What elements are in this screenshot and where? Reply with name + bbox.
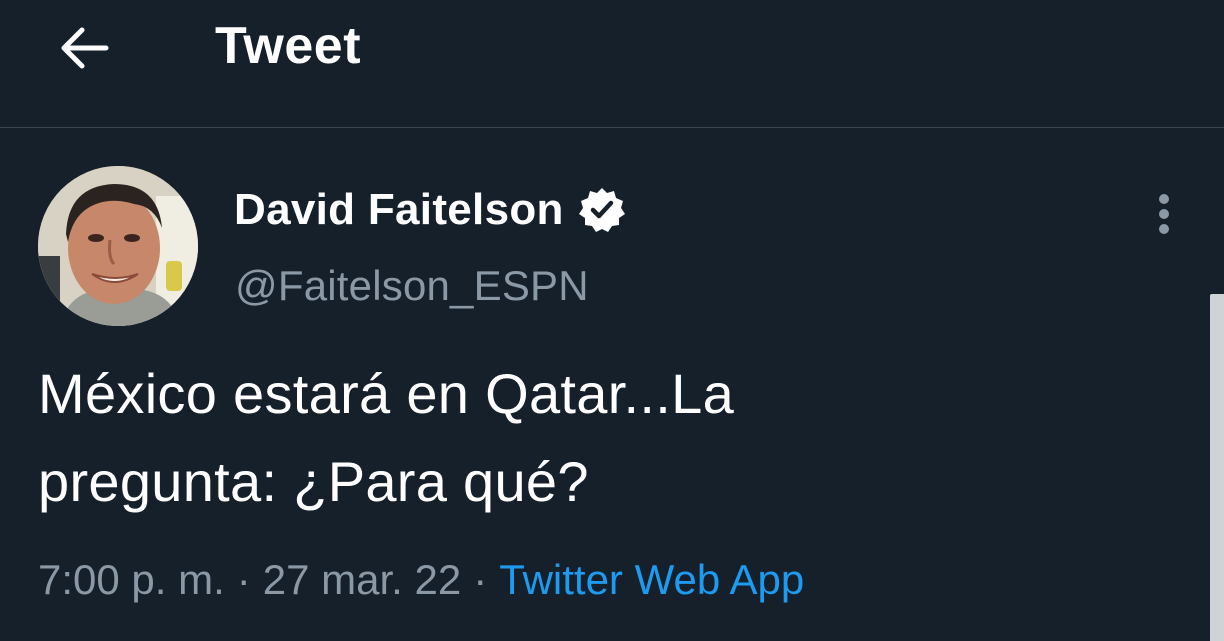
tweet-source-link[interactable]: Twitter Web App <box>499 556 804 603</box>
tweet-date[interactable]: 27 mar. 22 <box>263 556 461 603</box>
scrollbar-thumb[interactable] <box>1210 294 1224 641</box>
more-options-button[interactable] <box>1142 186 1186 242</box>
tweet-page: Tweet David Faitelson @Faitelson_ESPN Mé… <box>0 0 1224 641</box>
more-vertical-icon <box>1159 194 1169 234</box>
arrow-left-icon <box>61 27 109 69</box>
tweet-text-line-1: México estará en Qatar...La <box>38 362 735 425</box>
tweet-metadata: 7:00 p. m. · 27 mar. 22 · Twitter Web App <box>38 550 804 610</box>
tweet-time[interactable]: 7:00 p. m. <box>38 556 225 603</box>
author-name-row[interactable]: David Faitelson <box>234 180 626 240</box>
author-display-name[interactable]: David Faitelson <box>234 182 564 238</box>
header-bar: Tweet <box>0 0 1224 128</box>
back-button[interactable] <box>50 20 118 76</box>
page-title: Tweet <box>215 17 362 75</box>
meta-separator: · <box>236 556 251 603</box>
tweet-text-line-2: pregunta: ¿Para qué? <box>38 450 589 513</box>
avatar-image <box>38 166 198 326</box>
verified-badge-icon <box>578 188 625 232</box>
tweet-text: México estará en Qatar...La pregunta: ¿P… <box>38 350 1158 526</box>
avatar[interactable] <box>38 166 198 326</box>
meta-separator: · <box>473 556 488 603</box>
author-handle[interactable]: @Faitelson_ESPN <box>235 258 589 314</box>
